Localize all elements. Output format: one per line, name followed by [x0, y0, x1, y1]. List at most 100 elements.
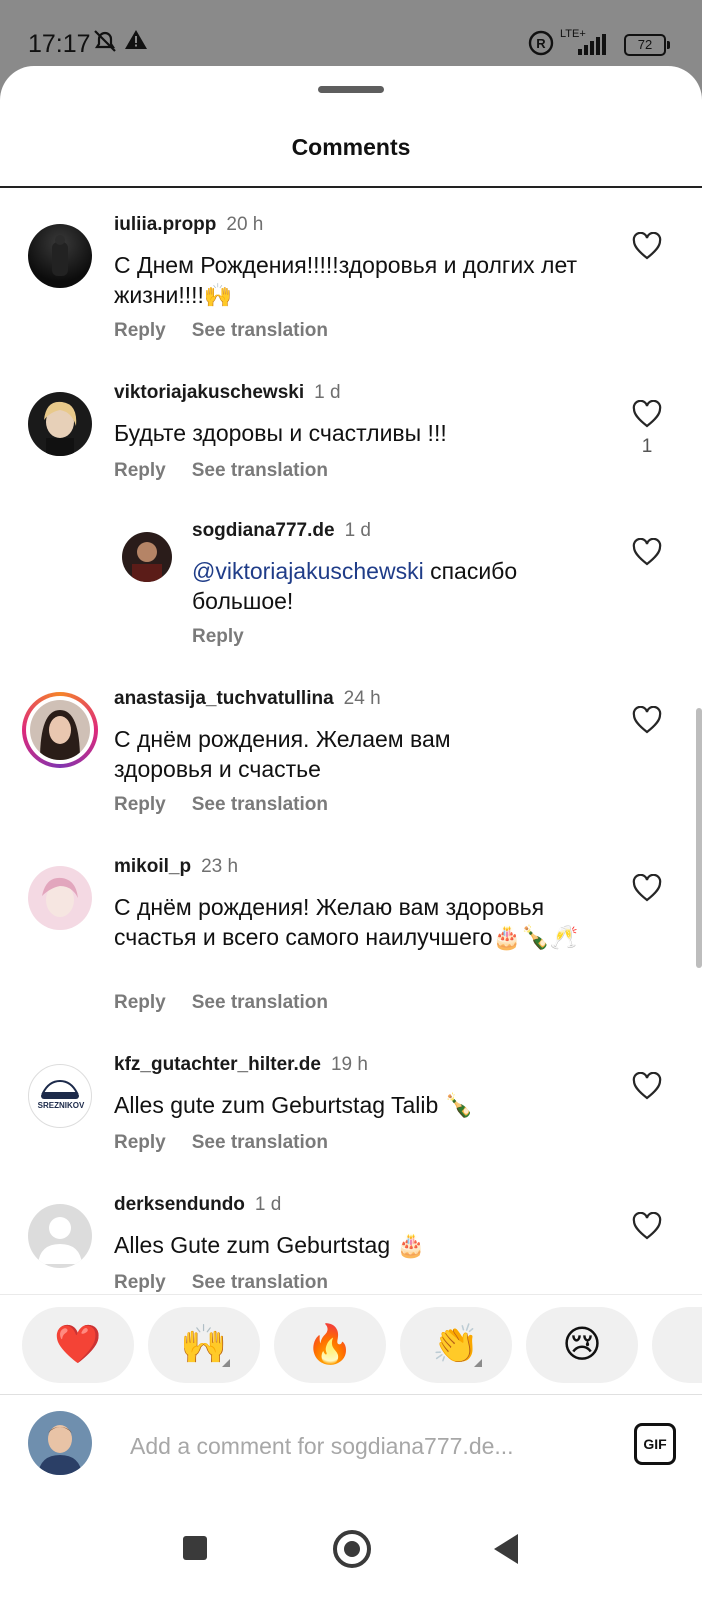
recents-icon[interactable]	[183, 1536, 207, 1560]
comment-actions: Reply See translation	[114, 1272, 354, 1294]
comment-text: Alles gute zum Geburtstag Talib 🍾	[114, 1092, 474, 1118]
comment-actions: Reply	[192, 626, 270, 648]
comment-header: derksendundo 1 d	[114, 1194, 281, 1216]
see-translation-button[interactable]: See translation	[192, 1132, 328, 1153]
gif-button[interactable]: GIF	[634, 1423, 676, 1465]
reaction-more[interactable]	[652, 1307, 702, 1383]
scrollbar[interactable]	[696, 708, 702, 968]
comment-text: Alles Gute zum Geburtstag 🎂	[114, 1232, 426, 1258]
avatar[interactable]	[28, 392, 92, 456]
comment-text: С Днем Рождения!!!!!здоровья и долгих ле…	[114, 252, 578, 308]
heart-icon[interactable]	[632, 400, 662, 428]
heart-icon[interactable]	[632, 1212, 662, 1240]
comment-actions: Reply See translation	[114, 794, 354, 816]
avatar[interactable]	[28, 866, 92, 930]
avatar[interactable]: SREZNIKOV	[28, 1064, 92, 1128]
comment-time: 23 h	[201, 856, 239, 877]
skin-tone-indicator	[222, 1359, 230, 1367]
see-translation-button[interactable]: See translation	[192, 992, 328, 1013]
comment-time: 1 d	[314, 382, 341, 403]
reply-button[interactable]: Reply	[114, 1272, 166, 1293]
comment-username[interactable]: kfz_gutachter_hilter.de	[114, 1054, 321, 1075]
heart-icon[interactable]	[632, 538, 662, 566]
comment-header: iuliia.propp 20 h	[114, 214, 263, 236]
clapping-emoji: 👏	[432, 1324, 480, 1366]
current-user-avatar	[28, 1411, 92, 1475]
reaction-crying[interactable]: 😢	[526, 1307, 638, 1383]
comment-time: 1 d	[344, 520, 371, 541]
skin-tone-indicator	[474, 1359, 482, 1367]
comments-sheet: Comments iuliia.propp 20 h С Днем Рождени…	[0, 66, 702, 1600]
status-bar: 17:17 R LTE+ 72	[0, 0, 702, 66]
comment-username[interactable]: derksendundo	[114, 1194, 245, 1215]
back-icon[interactable]	[494, 1534, 518, 1564]
comment-time: 19 h	[330, 1054, 368, 1075]
like-count: 1	[641, 436, 653, 457]
avatar	[30, 700, 90, 760]
heart-icon[interactable]	[632, 1072, 662, 1100]
comment-text: С днём рождения. Желаем вам здоровья и с…	[114, 726, 451, 782]
status-time: 17:17	[28, 30, 91, 58]
reply-button[interactable]: Reply	[192, 626, 244, 647]
comment-header: viktoriajakuschewski 1 d	[114, 382, 341, 404]
mute-icon	[94, 30, 116, 52]
comment-actions: Reply See translation	[114, 1132, 354, 1154]
reply-button[interactable]: Reply	[114, 320, 166, 341]
comment-username[interactable]: sogdiana777.de	[192, 520, 335, 541]
comment-time: 24 h	[343, 688, 381, 709]
comment-username[interactable]: mikoil_p	[114, 856, 191, 877]
reply-button[interactable]: Reply	[114, 460, 166, 481]
see-translation-button[interactable]: See translation	[192, 460, 328, 481]
heart-emoji: ❤️	[54, 1324, 102, 1366]
see-translation-button[interactable]: See translation	[192, 794, 328, 815]
comment-actions: Reply See translation	[114, 320, 354, 342]
story-ring[interactable]	[22, 692, 98, 768]
avatar[interactable]	[122, 532, 172, 582]
reaction-heart[interactable]: ❤️	[22, 1307, 134, 1383]
comment-username[interactable]: anastasija_tuchvatullina	[114, 688, 334, 709]
avatar-logo-text: SREZNIKOV	[37, 1101, 85, 1110]
quick-reactions-bar: ❤️ 🙌 🔥 👏 😢	[0, 1294, 702, 1395]
signal-icon	[578, 34, 606, 55]
reply-button[interactable]: Reply	[114, 794, 166, 815]
system-nav-bar	[0, 1494, 702, 1600]
comment-header: sogdiana777.de 1 d	[192, 520, 371, 542]
comment-list[interactable]: iuliia.propp 20 h С Днем Рождения!!!!!здо…	[0, 188, 702, 1386]
comment-text: Будьте здоровы и счастливы !!!	[114, 420, 447, 446]
avatar[interactable]	[28, 1204, 92, 1268]
crying-emoji: 😢	[562, 1324, 602, 1366]
warning-icon	[125, 30, 147, 49]
heart-icon[interactable]	[632, 874, 662, 902]
comment-header: mikoil_p 23 h	[114, 856, 238, 878]
home-icon[interactable]	[333, 1530, 371, 1568]
heart-icon[interactable]	[632, 706, 662, 734]
raising-hands-emoji: 🙌	[180, 1324, 228, 1366]
reply-button[interactable]: Reply	[114, 992, 166, 1013]
see-translation-button[interactable]: See translation	[192, 320, 328, 341]
drag-handle[interactable]	[318, 86, 384, 93]
roaming-icon: R	[528, 30, 554, 56]
comment-username[interactable]: iuliia.propp	[114, 214, 216, 235]
comment-text: С днём рождения! Желаю вам здоровья счас…	[114, 894, 579, 950]
see-translation-button[interactable]: See translation	[192, 1272, 328, 1293]
comment-header: kfz_gutachter_hilter.de 19 h	[114, 1054, 368, 1076]
svg-text:R: R	[536, 36, 546, 51]
comment-actions: Reply See translation	[114, 992, 354, 1014]
comment-time: 20 h	[226, 214, 264, 235]
battery-icon: 72	[624, 34, 670, 56]
reaction-raising-hands[interactable]: 🙌	[148, 1307, 260, 1383]
heart-icon[interactable]	[632, 232, 662, 260]
comment-input[interactable]	[128, 1427, 602, 1465]
comment-header: anastasija_tuchvatullina 24 h	[114, 688, 381, 710]
comment-username[interactable]: viktoriajakuschewski	[114, 382, 304, 403]
avatar[interactable]	[28, 224, 92, 288]
reaction-fire[interactable]: 🔥	[274, 1307, 386, 1383]
comment-time: 1 d	[254, 1194, 282, 1215]
mention-link[interactable]: @viktoriajakuschewski	[192, 558, 424, 584]
comment-composer: GIF	[0, 1394, 702, 1495]
sheet-title: Comments	[291, 134, 411, 160]
reply-button[interactable]: Reply	[114, 1132, 166, 1153]
fire-emoji: 🔥	[306, 1324, 354, 1366]
comment-text: @viktoriajakuschewski спасибо большое!	[192, 556, 572, 616]
reaction-clapping[interactable]: 👏	[400, 1307, 512, 1383]
